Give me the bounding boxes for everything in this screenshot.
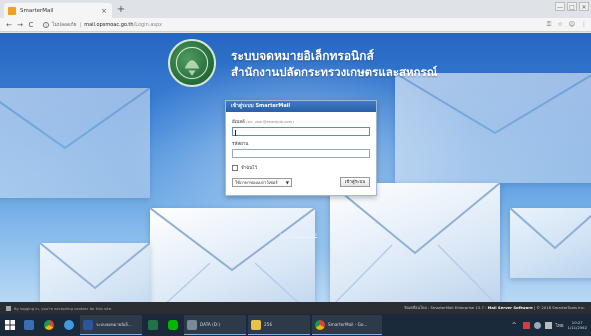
browser-tab-bar: SmarterMail × + — □ ✕ [0, 0, 591, 18]
reload-button[interactable]: C [26, 21, 36, 29]
language-value: ใช้ภาษาของเบราว์เซอร์ [235, 179, 278, 185]
forward-button[interactable]: → [15, 21, 25, 29]
menu-dots-icon[interactable]: ⋮ [581, 21, 587, 29]
window-controls: — □ ✕ [555, 2, 589, 11]
folder-icon [251, 319, 261, 330]
windows-taskbar: ระบบจดหมายอิเล็... DATA (D:) 256 Smarter… [0, 314, 591, 336]
text-caret [235, 129, 236, 136]
email-label: อีเมลล์ (ex. user@example.com) [232, 118, 370, 125]
minimize-button[interactable]: — [555, 2, 565, 11]
mobile-interface-link[interactable]: mobile interface [280, 233, 317, 238]
tab-close-icon[interactable]: × [100, 7, 108, 15]
back-button[interactable]: ← [4, 21, 14, 29]
email-field[interactable] [232, 127, 370, 136]
envelope-decoration-icon [330, 183, 500, 303]
cookie-notice: By logging in, you're accepting cookies … [14, 305, 113, 311]
folder-task-label: 256 [264, 322, 272, 327]
page-header: ระบบจดหมายอิเล็กทรอนิกส์ สำนักงานปลัดกระ… [0, 33, 591, 93]
smartermail-favicon-icon [8, 6, 16, 15]
chevron-up-icon[interactable]: ^ [512, 322, 519, 329]
envelope-decoration-icon [40, 243, 150, 303]
taskbar-app-ie[interactable] [60, 315, 78, 335]
bookmark-star-icon[interactable]: ☆ [557, 21, 562, 29]
volume-icon[interactable] [544, 321, 552, 329]
copyright: | © 2018 SmarterTools Inc. [532, 305, 585, 310]
url-path[interactable]: /Login.aspx [134, 22, 163, 28]
maximize-button[interactable]: □ [567, 2, 577, 11]
chrome-task-label: SmarterMail - Go... [328, 322, 368, 327]
login-button[interactable]: เข้าสู่ระบบ [340, 177, 370, 187]
info-icon[interactable]: i [43, 21, 49, 28]
envelope-decoration-icon [0, 88, 150, 198]
powered-by: ขับเคลื่อนโดย : SmarterMail Enterprise 1… [404, 305, 585, 311]
word-task-label: ระบบจดหมายอิเล็... [96, 322, 132, 327]
ministry-logo-icon [168, 39, 216, 87]
powered-by-prefix: ขับเคลื่อนโดย : SmarterMail Enterprise 1… [403, 305, 488, 310]
email-hint: (ex. user@example.com) [246, 119, 294, 124]
system-tray: ^ ไทย 10:27 1/11/2562 [512, 320, 591, 330]
remember-me-label: จำฉันไว้ [241, 166, 258, 171]
taskbar-app-word[interactable]: ระบบจดหมายอิเล็... [80, 315, 142, 335]
key-icon[interactable]: ⚿ [547, 21, 552, 29]
url-separator: | [79, 21, 82, 28]
envelope-decoration-icon [150, 208, 315, 303]
login-panel-title: เข้าสู่ระบบ SmarterMail [226, 101, 376, 112]
remember-me-row[interactable]: จำฉันไว้ [232, 164, 370, 171]
chevron-down-icon: ▼ [285, 179, 289, 185]
page-background: ระบบจดหมายอิเล็กทรอนิกส์ สำนักงานปลัดกระ… [0, 33, 591, 303]
chrome-icon [315, 319, 325, 330]
taskbar-app-folder[interactable]: 256 [248, 315, 310, 335]
product-link[interactable]: Mail Server Software [488, 305, 533, 310]
remember-me-checkbox[interactable] [232, 164, 238, 171]
drive-task-label: DATA (D:) [200, 322, 221, 327]
not-secure-label: ไม่ปลอดภัย [52, 21, 77, 28]
start-button[interactable] [0, 314, 20, 336]
clock[interactable]: 10:27 1/11/2562 [568, 320, 587, 330]
page-footer: By logging in, you're accepting cookies … [0, 302, 591, 314]
address-bar-actions: ⚿ ☆ ☺ ⋮ [547, 21, 587, 29]
close-window-button[interactable]: ✕ [579, 2, 589, 11]
input-language[interactable]: ไทย [556, 322, 564, 329]
address-bar: ← → C i ไม่ปลอดภัย | mail.opsmoac.go.th … [0, 18, 591, 32]
person-app-icon [24, 320, 34, 330]
taskbar-app-chrome-window[interactable]: SmarterMail - Go... [312, 315, 382, 335]
email-label-text: อีเมลล์ [232, 120, 245, 125]
word-icon [83, 319, 93, 330]
excel-icon [148, 320, 158, 330]
envelope-decoration-icon [510, 208, 591, 278]
account-icon[interactable]: ☺ [569, 21, 575, 29]
language-select[interactable]: ใช้ภาษาของเบราว์เซอร์ ▼ [232, 177, 292, 187]
password-field[interactable] [232, 149, 370, 158]
network-icon[interactable] [533, 321, 541, 329]
new-tab-button[interactable]: + [114, 4, 128, 16]
page-subtitle: สำนักงานปลัดกระทรวงเกษตรและสหกรณ์ [231, 65, 438, 79]
antivirus-icon[interactable] [522, 321, 530, 329]
taskbar-app-excel[interactable] [144, 315, 162, 335]
windows-logo-icon [5, 320, 15, 330]
drive-icon [187, 319, 197, 330]
taskbar-app-person[interactable] [20, 315, 38, 335]
taskbar-app-drive[interactable]: DATA (D:) [184, 315, 246, 335]
tab-title: SmarterMail [20, 7, 54, 14]
chrome-icon [44, 320, 54, 330]
url-host[interactable]: mail.opsmoac.go.th [84, 22, 133, 28]
line-icon [168, 320, 178, 330]
taskbar-app-chrome[interactable] [40, 315, 58, 335]
internet-explorer-icon [64, 320, 74, 330]
login-panel: เข้าสู่ระบบ SmarterMail อีเมลล์ (ex. use… [225, 100, 377, 196]
browser-tab[interactable]: SmarterMail × [4, 3, 112, 18]
password-label: รหัสผ่าน [232, 142, 249, 147]
cookie-info-icon [6, 305, 11, 311]
taskbar-app-line[interactable] [164, 315, 182, 335]
clock-date: 1/11/2562 [567, 325, 587, 330]
